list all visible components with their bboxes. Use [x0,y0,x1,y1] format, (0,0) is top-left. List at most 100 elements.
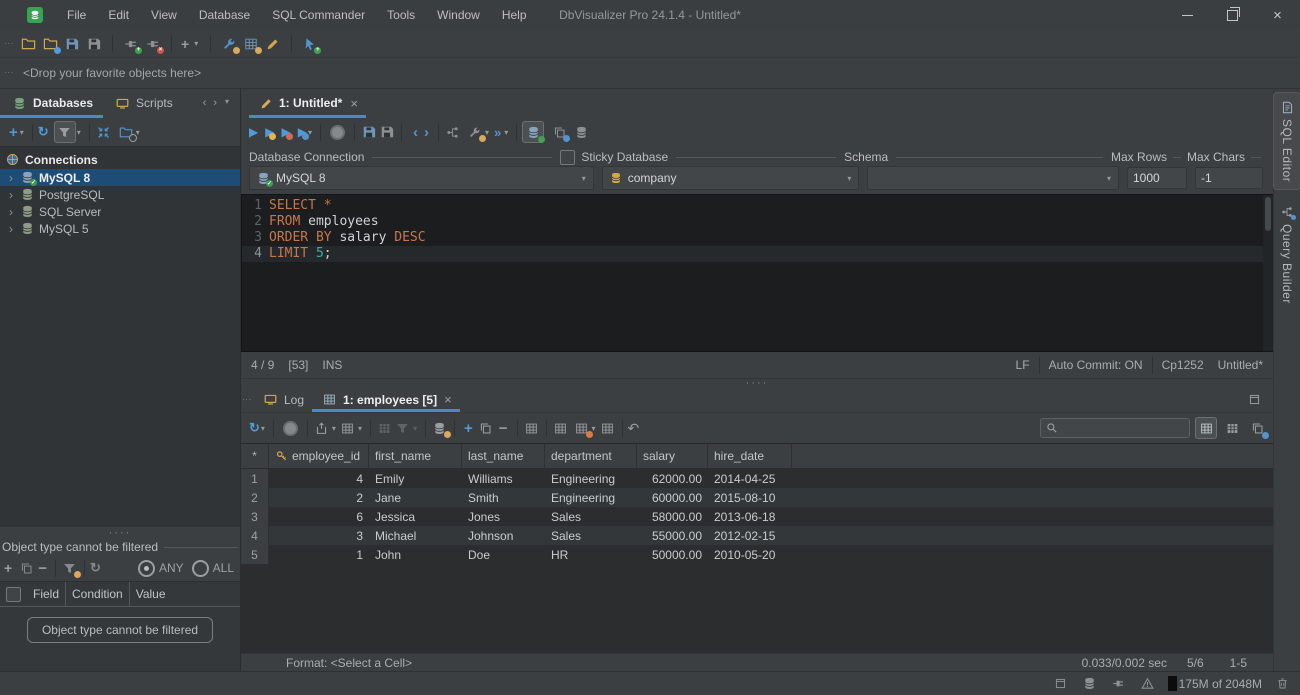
edit-table-data-icon[interactable] [431,419,451,438]
format-sql-icon[interactable] [466,123,486,142]
undo-icon[interactable]: ↶ [628,420,640,437]
connection-select[interactable]: ✓ MySQL 8 ▾ [249,166,594,190]
row-number[interactable]: 4 [241,526,269,545]
table-cell[interactable]: Jones [462,507,545,526]
filter-objects-button[interactable] [53,121,76,143]
form-view-button[interactable] [1222,418,1242,438]
filter-col-field[interactable]: Field [27,582,67,606]
menu-tools[interactable]: Tools [376,8,426,22]
tree-item-sql-server[interactable]: › SQL Server [0,203,240,220]
open-file-icon[interactable] [19,35,37,53]
driver-manager-icon[interactable] [220,35,241,54]
commit-settings-icon[interactable] [572,123,590,141]
close-button[interactable]: × [1255,0,1300,30]
results-grip-icon[interactable]: ⋮ [242,395,252,405]
chevron-right-icon[interactable]: › [6,171,16,185]
column-header-last-name[interactable]: last_name [462,444,545,468]
tab-log[interactable]: Log [253,387,312,412]
locate-object-icon[interactable] [117,123,137,142]
refresh-result-icon[interactable]: ↻ [249,420,260,436]
tab-list-icon[interactable]: ▾ [225,97,229,109]
continue-execute-icon[interactable]: » [494,126,501,139]
chevron-down-icon[interactable]: ▾ [194,39,198,48]
table-cell[interactable]: 58000.00 [637,507,708,526]
table-cell[interactable]: Engineering [545,469,637,488]
save-as-icon[interactable] [85,35,103,53]
table-cell[interactable]: 4 [269,469,369,488]
table-cell[interactable]: 60000.00 [637,488,708,507]
add-filter-icon[interactable]: + [4,560,12,576]
table-row[interactable]: 4 3 Michael Johnson Sales 55000.00 2012-02-15 [241,526,1273,545]
edit-filter-icon[interactable] [61,559,81,578]
column-header-hire-date[interactable]: hire_date [708,444,792,468]
cell-editor-button[interactable] [1247,418,1269,439]
table-cell[interactable]: 1 [269,545,369,564]
maximize-panel-icon[interactable] [1245,391,1263,409]
tab-databases[interactable]: Databases [0,88,104,118]
execute-current-icon[interactable]: ▶ [281,125,293,140]
open-bookmark-icon[interactable] [41,35,61,54]
new-object-icon[interactable]: + [301,35,322,54]
user-settings-icon[interactable] [264,35,282,53]
compare-grids-icon[interactable] [523,419,541,437]
rollback-icon[interactable] [550,123,571,142]
grid-search-input[interactable] [1062,420,1185,436]
table-cell[interactable]: 62000.00 [637,469,708,488]
connect-icon[interactable]: + [122,35,142,54]
filter-col-value[interactable]: Value [130,582,240,606]
filter-result-icon[interactable] [394,419,412,437]
encoding[interactable]: Cp1252 [1162,358,1204,372]
table-cell[interactable]: Jessica [369,507,462,526]
describe-table-icon[interactable] [376,419,394,437]
tab-sql-editor-side[interactable]: SQL Editor [1273,92,1300,191]
grid-search-box[interactable] [1040,418,1190,438]
chevron-right-icon[interactable]: › [6,188,16,202]
duplicate-filter-icon[interactable] [17,559,35,577]
table-cell[interactable]: Williams [462,469,545,488]
tab-sql-editor-1[interactable]: 1: Untitled* × [249,88,366,118]
left-splitter-grip[interactable]: ···· [0,527,240,539]
connections-status-icon[interactable] [1110,675,1128,693]
execute-explain-icon[interactable]: ▶ [298,125,309,140]
forward-icon[interactable]: › [424,125,429,140]
tree-root-connections[interactable]: Connections [0,150,240,169]
back-icon[interactable]: ‹ [413,125,418,140]
duplicate-row-icon[interactable] [477,419,495,437]
chevron-down-icon[interactable]: ▾ [485,128,489,137]
tree-item-postgresql[interactable]: › PostgreSQL [0,186,240,203]
filter-col-condition[interactable]: Condition [66,582,130,606]
table-cell[interactable]: Johnson [462,526,545,545]
close-result-tab-icon[interactable]: × [444,392,452,407]
grid-view-toggle-button[interactable] [1195,417,1217,439]
pivot-grid-icon[interactable] [599,419,617,437]
table-cell[interactable]: 6 [269,507,369,526]
warning-icon[interactable] [1139,675,1157,693]
apply-filter-icon[interactable]: ↻ [90,560,101,576]
table-cell[interactable]: Jane [369,488,462,507]
table-cell[interactable]: Sales [545,526,637,545]
table-cell[interactable]: Michael [369,526,462,545]
max-rows-input[interactable] [1127,167,1187,189]
table-cell[interactable]: Sales [545,507,637,526]
add-object-icon[interactable]: + [181,36,189,52]
table-row[interactable]: 1 4 Emily Williams Engineering 62000.00 2014-0… [241,469,1273,488]
chevron-down-icon[interactable]: ▾ [592,424,596,433]
table-cell[interactable]: Emily [369,469,462,488]
editor-results-splitter[interactable]: ···· [241,377,1273,389]
chevron-down-icon[interactable]: ▾ [504,128,508,137]
column-header-department[interactable]: department [545,444,637,468]
menu-view[interactable]: View [140,8,188,22]
favorites-grip-icon[interactable]: ⋮ [4,68,14,78]
column-header-first-name[interactable]: first_name [369,444,462,468]
table-cell[interactable]: 2014-04-25 [708,469,792,488]
grid-settings-icon[interactable] [339,419,357,437]
select-columns-icon[interactable] [552,419,570,437]
chevron-down-icon[interactable]: ▾ [332,424,336,433]
tree-item-mysql-5[interactable]: › MySQL 5 [0,220,240,237]
table-cell[interactable]: Doe [462,545,545,564]
minimize-button[interactable] [1165,0,1210,30]
menu-database[interactable]: Database [188,8,261,22]
all-radio[interactable] [191,559,209,577]
row-number[interactable]: 5 [241,545,269,564]
row-number[interactable]: 2 [241,488,269,507]
